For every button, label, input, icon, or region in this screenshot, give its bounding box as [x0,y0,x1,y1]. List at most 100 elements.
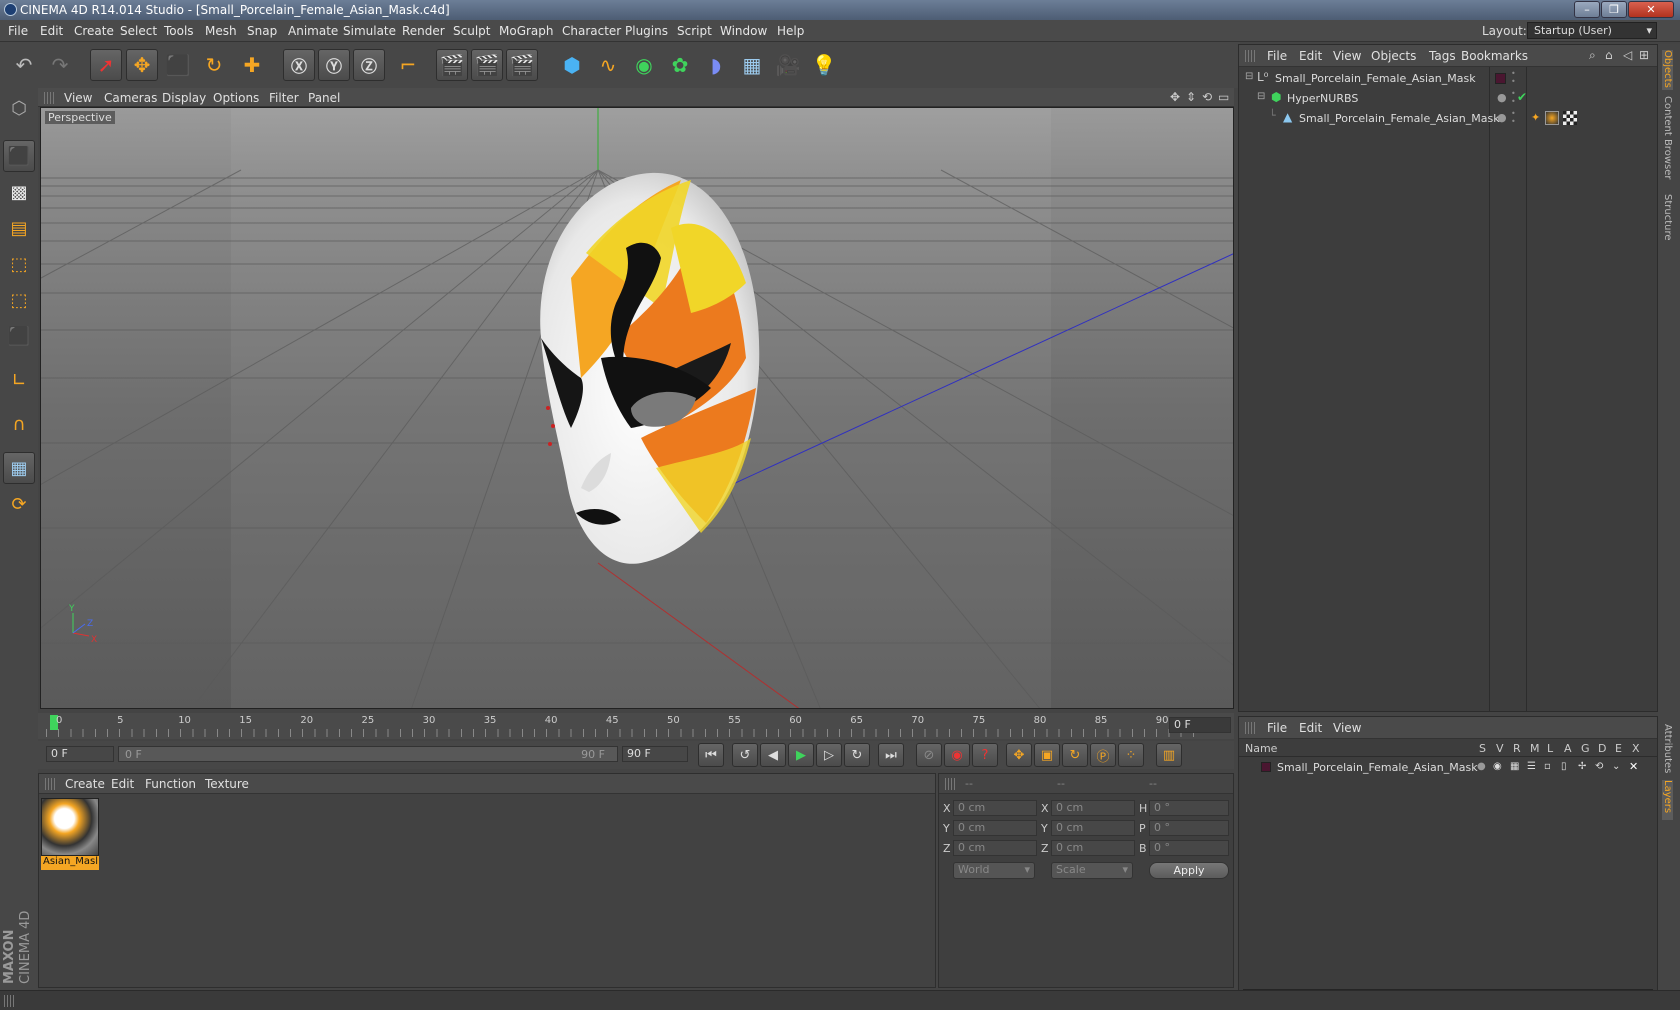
layer-col-animation[interactable]: A [1564,742,1572,755]
timeline-window-button[interactable]: ▥ [1156,743,1182,767]
tab-layers[interactable]: Layers [1662,780,1673,820]
render-settings-button[interactable]: 🎬 [506,49,538,81]
create-tool-button[interactable]: ✚ [236,49,268,81]
tab-structure[interactable]: Structure [1662,194,1673,242]
record-keys-button[interactable]: ⊘ [916,743,942,767]
points-mode-button[interactable]: ⬚ [3,248,35,280]
viewport-menu-view[interactable]: View [64,91,92,105]
object-menu-file[interactable]: File [1267,49,1287,63]
size-z-field[interactable]: 0 cm [1051,840,1135,856]
object-menu-bookmarks[interactable]: Bookmarks [1461,49,1528,63]
auto-keying-button[interactable]: ◉ [944,743,970,767]
move-tool-button[interactable]: ✥ [126,49,158,81]
menu-create[interactable]: Create [74,24,114,38]
scene-floor-button[interactable]: ▦ [736,49,768,81]
menu-window[interactable]: Window [720,24,767,38]
render-toggle-icon[interactable]: ▦ [1510,761,1519,772]
object-row-mesh[interactable]: └ ▲ Small_Porcelain_Female_Asian_Mask ● … [1239,109,1657,128]
enabled-check-icon[interactable]: ✔ [1517,90,1527,104]
keyframe-selection-button[interactable]: ? [972,743,998,767]
search-icon[interactable]: ⌕ [1589,48,1596,63]
deformer-button[interactable]: ◗ [700,49,732,81]
go-to-start-button[interactable]: ⏮ [698,743,724,767]
start-frame-field[interactable]: 0 F [46,746,114,762]
position-x-field[interactable]: 0 cm [953,800,1037,816]
size-y-field[interactable]: 0 cm [1051,820,1135,836]
live-selection-button[interactable]: ➚ [90,49,122,81]
layer-menu-file[interactable]: File [1267,721,1287,735]
cube-primitive-button[interactable]: ⬢ [556,49,588,81]
material-tag-icon[interactable] [1545,111,1559,125]
object-menu-edit[interactable]: Edit [1299,49,1322,63]
object-menu-view[interactable]: View [1333,49,1361,63]
light-button[interactable]: 💡 [808,49,840,81]
layer-color-swatch[interactable] [1495,73,1506,84]
menu-edit[interactable]: Edit [40,24,63,38]
layer-col-expressions[interactable]: E [1615,742,1622,755]
mograph-cloner-button[interactable]: ✿ [664,49,696,81]
polygons-mode-button[interactable]: ⬛ [3,320,35,352]
menu-mograph[interactable]: MoGraph [499,24,554,38]
viewport-menu-cameras[interactable]: Cameras [104,91,157,105]
menu-help[interactable]: Help [777,24,804,38]
new-view-icon[interactable]: ⊞ [1639,48,1649,62]
x-axis-lock-button[interactable]: Ⓧ [283,49,315,81]
menu-tools[interactable]: Tools [164,24,194,38]
redo-button[interactable]: ↷ [44,49,76,81]
deformer-toggle-icon[interactable]: ⟲ [1595,761,1603,772]
next-key-button[interactable]: ↻ [844,743,870,767]
layout-select[interactable]: Startup (User) ▾ [1527,22,1657,39]
apply-button[interactable]: Apply [1149,862,1229,879]
rotate-tool-button[interactable]: ↻ [198,49,230,81]
key-position-button[interactable]: ✥ [1006,743,1032,767]
visibility-dot-icon[interactable]: ● [1497,111,1507,124]
tweak-mode-button[interactable]: ∩ [3,408,35,440]
eye-icon[interactable]: ◉ [1493,761,1502,772]
z-axis-lock-button[interactable]: Ⓩ [353,49,385,81]
model-mode-button[interactable]: ⬛ [3,140,35,172]
play-button[interactable]: ▶ [788,743,814,767]
pan-view-icon[interactable]: ✥ [1170,90,1180,104]
texture-mode-button[interactable]: ▩ [3,176,35,208]
edges-mode-button[interactable]: ⬚ [3,284,35,316]
previous-key-button[interactable]: ↺ [732,743,758,767]
minimize-button[interactable]: – [1574,1,1600,18]
size-x-field[interactable]: 0 cm [1051,800,1135,816]
back-icon[interactable]: ◁ [1623,48,1632,62]
nurbs-button[interactable]: ◉ [628,49,660,81]
lock-toggle-icon[interactable]: ▫ [1544,761,1551,772]
home-icon[interactable]: ⌂ [1605,48,1613,62]
lock-workplane-button[interactable]: ⟳ [3,488,35,520]
visibility-dots-icon[interactable]: • • [1511,90,1516,106]
orbit-view-icon[interactable]: ⟲ [1202,90,1212,104]
perspective-viewport[interactable]: Y Z X Perspective [40,107,1234,709]
make-editable-button[interactable]: ⬡ [3,92,35,124]
undo-button[interactable]: ↶ [8,49,40,81]
rotation-h-field[interactable]: 0 ° [1149,800,1229,816]
menu-sculpt[interactable]: Sculpt [453,24,490,38]
spline-button[interactable]: ∿ [592,49,624,81]
next-frame-button[interactable]: ▷ [816,743,842,767]
layer-col-render[interactable]: R [1513,742,1521,755]
viewport-menu-panel[interactable]: Panel [308,91,340,105]
key-rotation-button[interactable]: ↻ [1062,743,1088,767]
xref-toggle-icon[interactable]: ✕ [1629,760,1638,773]
layer-col-generators[interactable]: G [1581,742,1590,755]
expression-toggle-icon[interactable]: ⌄ [1612,761,1620,772]
object-menu-tags[interactable]: Tags [1429,49,1456,63]
layer-menu-view[interactable]: View [1333,721,1361,735]
material-menu-texture[interactable]: Texture [205,777,249,791]
phong-tag-icon[interactable]: ✦ [1531,111,1540,124]
camera-button[interactable]: 🎥 [772,49,804,81]
material-menu-create[interactable]: Create [65,777,105,791]
key-pla-button[interactable]: ⁘ [1118,743,1144,767]
menu-file[interactable]: File [8,24,28,38]
rotation-p-field[interactable]: 0 ° [1149,820,1229,836]
layer-col-xref[interactable]: X [1632,742,1640,755]
maximize-button[interactable]: ❐ [1601,1,1627,18]
key-parameter-button[interactable]: Ⓟ [1090,743,1116,767]
uvw-tag-icon[interactable] [1563,111,1577,125]
manager-toggle-icon[interactable]: ☰ [1527,761,1536,772]
transform-mode-select[interactable]: Scale ▾ [1051,862,1133,879]
object-row-hypernurbs[interactable]: ⊟ ⬢ HyperNURBS ● • • ✔ [1239,89,1657,108]
